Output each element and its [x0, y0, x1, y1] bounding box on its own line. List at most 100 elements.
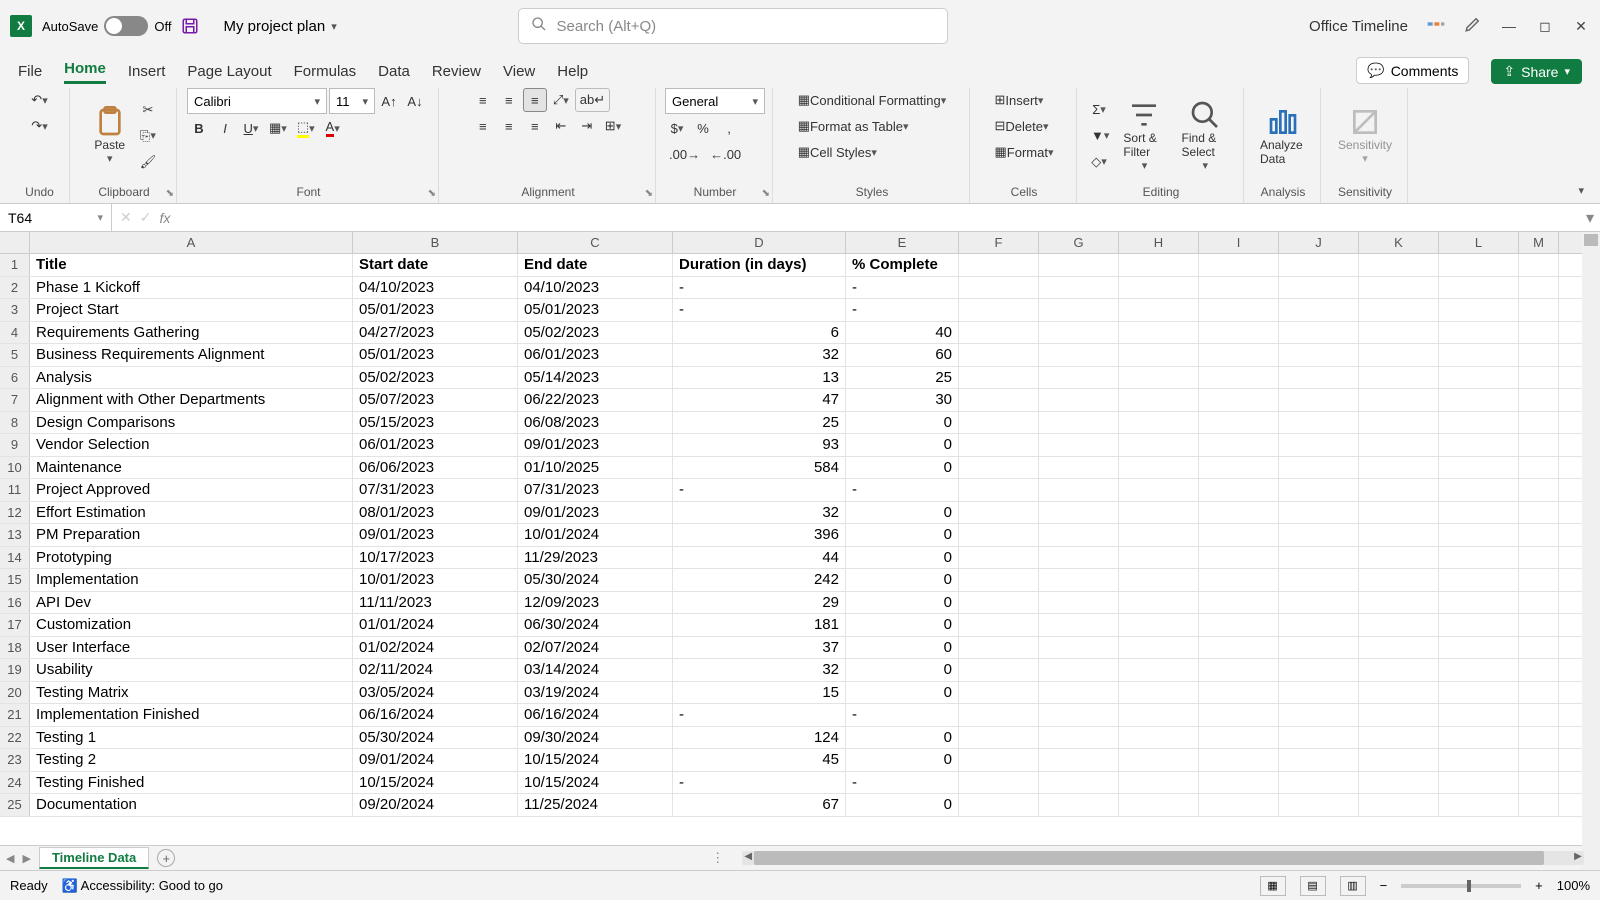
cell[interactable]: 05/30/2024 [353, 727, 518, 749]
cell[interactable] [1359, 344, 1439, 366]
cell[interactable]: Usability [30, 659, 353, 681]
fill-button[interactable]: ▼▾ [1087, 124, 1113, 148]
cell[interactable] [1359, 794, 1439, 816]
cell[interactable]: - [846, 479, 959, 501]
cell[interactable]: - [846, 772, 959, 794]
comments-button[interactable]: 💬 Comments [1356, 57, 1469, 84]
cell[interactable] [1279, 524, 1359, 546]
cell[interactable] [1439, 277, 1519, 299]
cell[interactable]: 13 [673, 367, 846, 389]
cell[interactable]: 15 [673, 682, 846, 704]
column-header-M[interactable]: M [1519, 232, 1559, 253]
cell[interactable] [1359, 434, 1439, 456]
cell-styles-button[interactable]: ▦ Cell Styles ▾ [794, 140, 881, 164]
cell[interactable]: 0 [846, 637, 959, 659]
cell[interactable] [1119, 772, 1199, 794]
cell[interactable] [1039, 794, 1119, 816]
cell[interactable] [959, 389, 1039, 411]
cell[interactable]: 0 [846, 659, 959, 681]
row-header[interactable]: 25 [0, 794, 30, 816]
cell[interactable] [1359, 682, 1439, 704]
cell[interactable] [1199, 749, 1279, 771]
row-header[interactable]: 7 [0, 389, 30, 411]
decrease-decimal-button[interactable]: ←.00 [706, 142, 745, 166]
cell[interactable] [1199, 704, 1279, 726]
cell[interactable]: 396 [673, 524, 846, 546]
cell[interactable] [1439, 772, 1519, 794]
cell[interactable]: 0 [846, 412, 959, 434]
row-header[interactable]: 5 [0, 344, 30, 366]
cell[interactable] [1199, 524, 1279, 546]
cell[interactable] [1199, 457, 1279, 479]
cell[interactable] [1199, 502, 1279, 524]
cell[interactable] [1039, 682, 1119, 704]
cell[interactable]: - [673, 277, 846, 299]
cell[interactable]: 06/01/2023 [353, 434, 518, 456]
cell[interactable] [1359, 727, 1439, 749]
cell[interactable]: 05/01/2023 [518, 299, 673, 321]
cell[interactable] [1039, 299, 1119, 321]
cell[interactable] [1039, 367, 1119, 389]
cell[interactable]: Phase 1 Kickoff [30, 277, 353, 299]
maximize-button[interactable]: ◻ [1536, 17, 1554, 35]
cell[interactable] [1359, 524, 1439, 546]
cell[interactable] [1439, 547, 1519, 569]
format-as-table-button[interactable]: ▦ Format as Table ▾ [794, 114, 913, 138]
cell[interactable]: 10/15/2024 [353, 772, 518, 794]
office-timeline-label[interactable]: Office Timeline [1309, 18, 1408, 35]
cell[interactable] [1439, 412, 1519, 434]
cell[interactable]: Implementation Finished [30, 704, 353, 726]
cell[interactable]: 01/01/2024 [353, 614, 518, 636]
cancel-formula-button[interactable]: ✕ [120, 209, 132, 226]
cell[interactable]: 181 [673, 614, 846, 636]
cell[interactable] [1279, 682, 1359, 704]
cell[interactable] [1119, 682, 1199, 704]
cell[interactable] [1519, 322, 1559, 344]
clipboard-dialog-launcher[interactable]: ⬊ [166, 188, 174, 199]
cell[interactable]: % Complete [846, 254, 959, 276]
cell[interactable]: 05/07/2023 [353, 389, 518, 411]
increase-font-button[interactable]: A↑ [377, 89, 401, 113]
scroll-right-button[interactable]: ▶ [1572, 851, 1584, 862]
select-all-button[interactable] [0, 232, 30, 253]
cell[interactable] [1279, 704, 1359, 726]
comma-format-button[interactable]: , [717, 116, 741, 140]
copy-button[interactable]: ⎘▾ [136, 124, 160, 148]
cell[interactable] [1439, 749, 1519, 771]
cell[interactable] [1519, 659, 1559, 681]
align-center-button[interactable]: ≡ [497, 114, 521, 138]
row-header[interactable]: 19 [0, 659, 30, 681]
column-header-A[interactable]: A [30, 232, 353, 253]
cell[interactable]: 02/07/2024 [518, 637, 673, 659]
cell[interactable] [1039, 457, 1119, 479]
cell[interactable]: 05/30/2024 [518, 569, 673, 591]
cell[interactable] [1359, 637, 1439, 659]
cell[interactable] [1439, 299, 1519, 321]
cell[interactable]: 07/31/2023 [353, 479, 518, 501]
cell[interactable]: Duration (in days) [673, 254, 846, 276]
ribbon-collapse-button[interactable]: ▾ [1578, 184, 1584, 197]
cell[interactable]: 07/31/2023 [518, 479, 673, 501]
font-color-button[interactable]: A▾ [321, 116, 345, 140]
cell[interactable] [1439, 479, 1519, 501]
cell[interactable] [1279, 659, 1359, 681]
row-header[interactable]: 23 [0, 749, 30, 771]
cell[interactable] [1519, 547, 1559, 569]
cell[interactable]: 25 [673, 412, 846, 434]
cell[interactable] [959, 479, 1039, 501]
name-box[interactable]: T64 ▾ [0, 204, 112, 231]
italic-button[interactable]: I [213, 116, 237, 140]
column-header-H[interactable]: H [1119, 232, 1199, 253]
cell[interactable] [1279, 322, 1359, 344]
column-header-E[interactable]: E [846, 232, 959, 253]
column-header-K[interactable]: K [1359, 232, 1439, 253]
cell[interactable] [959, 682, 1039, 704]
cell[interactable] [1439, 434, 1519, 456]
cut-button[interactable]: ✂ [136, 98, 160, 122]
cell[interactable]: 06/16/2024 [353, 704, 518, 726]
cell[interactable]: Testing 2 [30, 749, 353, 771]
cell[interactable] [1119, 389, 1199, 411]
cell[interactable] [1119, 254, 1199, 276]
cell[interactable]: 0 [846, 592, 959, 614]
cell[interactable]: - [673, 704, 846, 726]
